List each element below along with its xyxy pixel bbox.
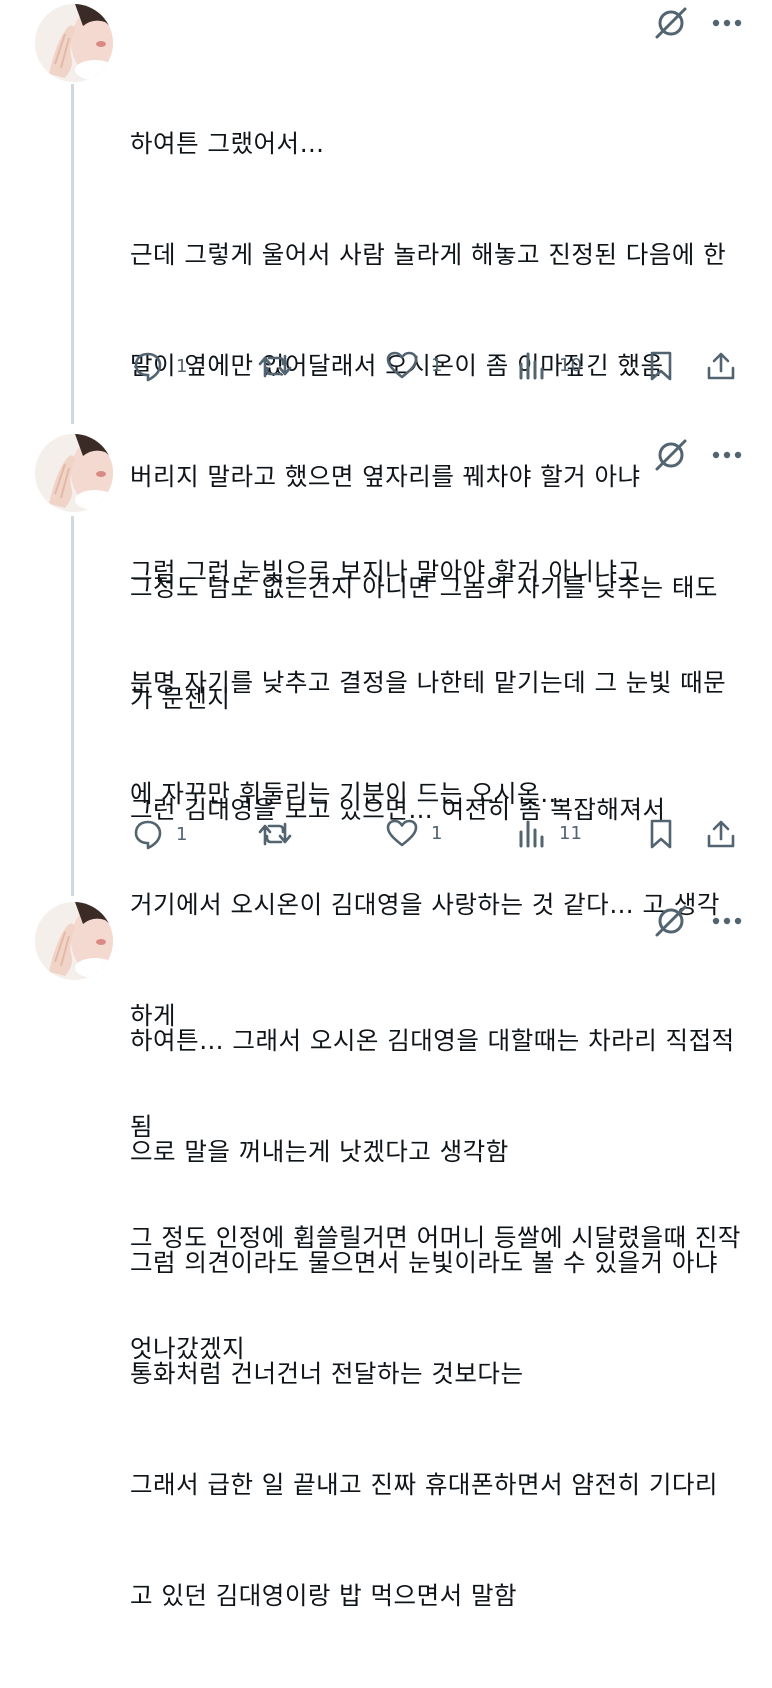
post-text-line: 그럼 그런 눈빛으로 보지나 말아야 할거 아니냐고 xyxy=(130,557,641,586)
reply-icon xyxy=(134,820,162,850)
repost-icon xyxy=(258,354,292,378)
post-text-line: 고 있던 김대영이랑 밥 먹으면서 말함 xyxy=(130,1581,518,1610)
views-button[interactable]: 11 xyxy=(517,818,582,848)
post-text-line: 통화처럼 건너건너 전달하는 것보다는 xyxy=(130,1359,524,1388)
bookmark-icon xyxy=(650,351,672,381)
post-2[interactable]: 그럼 그런 눈빛으로 보지나 말아야 할거 아니냐고 분명 자기를 낮추고 결정… xyxy=(0,432,772,1363)
post-1[interactable]: 하여튼 그랬어서… 근데 그렇게 울어서 사람 놀라게 해놓고 진정된 다음에 … xyxy=(0,0,772,824)
views-button[interactable]: 10 xyxy=(517,350,582,380)
heart-icon xyxy=(386,351,418,379)
like-count: 1 xyxy=(431,354,443,376)
share-icon xyxy=(707,352,735,380)
avatar[interactable] xyxy=(35,4,113,82)
share-button[interactable] xyxy=(705,818,737,850)
post-text: 하여튼… 그래서 오시온 김대영을 대할때는 차라리 직접적 으로 말을 꺼내는… xyxy=(130,948,745,1688)
post-3[interactable]: 하여튼… 그래서 오시온 김대영을 대할때는 차라리 직접적 으로 말을 꺼내는… xyxy=(0,898,772,1610)
share-button[interactable] xyxy=(705,350,737,382)
like-button[interactable]: 1 xyxy=(385,818,442,848)
views-count: 11 xyxy=(559,822,582,844)
post-text-line: 분명 자기를 낮추고 결정을 나한테 맡기는데 그 눈빛 때문 xyxy=(130,668,727,697)
like-button[interactable]: 1 xyxy=(385,350,442,380)
action-bar: 1 1 10 xyxy=(127,350,742,390)
bookmark-icon xyxy=(650,819,672,849)
repost-icon xyxy=(258,822,292,846)
repost-button[interactable] xyxy=(257,818,305,850)
post-text-line: 그럼 의견이라도 물으면서 눈빛이라도 볼 수 있을거 아냐 xyxy=(130,1248,718,1277)
post-text-line: 하여튼… 그래서 오시온 김대영을 대할때는 차라리 직접적 xyxy=(130,1026,735,1055)
bookmark-button[interactable] xyxy=(647,350,675,382)
more-icon[interactable] xyxy=(712,916,742,926)
reply-count: 1 xyxy=(176,355,188,377)
repost-button[interactable] xyxy=(257,350,305,382)
grok-icon[interactable] xyxy=(654,904,688,938)
more-icon[interactable] xyxy=(712,18,742,28)
post-text-line: 하여튼 그랬어서… xyxy=(130,129,325,158)
bookmark-button[interactable] xyxy=(647,818,675,850)
post-text-line: 으로 말을 꺼내는게 낫겠다고 생각함 xyxy=(130,1137,509,1166)
reply-button[interactable]: 1 xyxy=(132,818,187,850)
views-icon xyxy=(519,352,544,380)
post-text-line: 그래서 급한 일 끝내고 진짜 휴대폰하면서 얌전히 기다리 xyxy=(130,1470,718,1499)
like-count: 1 xyxy=(431,822,443,844)
grok-icon[interactable] xyxy=(654,6,688,40)
avatar[interactable] xyxy=(35,434,113,512)
share-icon xyxy=(707,820,735,848)
grok-icon[interactable] xyxy=(654,438,688,472)
post-text-line: 근데 그렇게 울어서 사람 놀라게 해놓고 진정된 다음에 한 xyxy=(130,240,727,269)
reply-button[interactable]: 1 xyxy=(132,350,187,382)
action-bar: 1 1 11 xyxy=(127,818,742,858)
heart-icon xyxy=(386,819,418,847)
reply-count: 1 xyxy=(176,823,188,845)
views-icon xyxy=(519,820,544,848)
avatar[interactable] xyxy=(35,902,113,980)
post-text-line: 에 자꾸만 휘둘리는 기분이 드는 오시온… xyxy=(130,779,566,808)
more-icon[interactable] xyxy=(712,450,742,460)
reply-icon xyxy=(134,352,162,382)
views-count: 10 xyxy=(559,354,582,376)
